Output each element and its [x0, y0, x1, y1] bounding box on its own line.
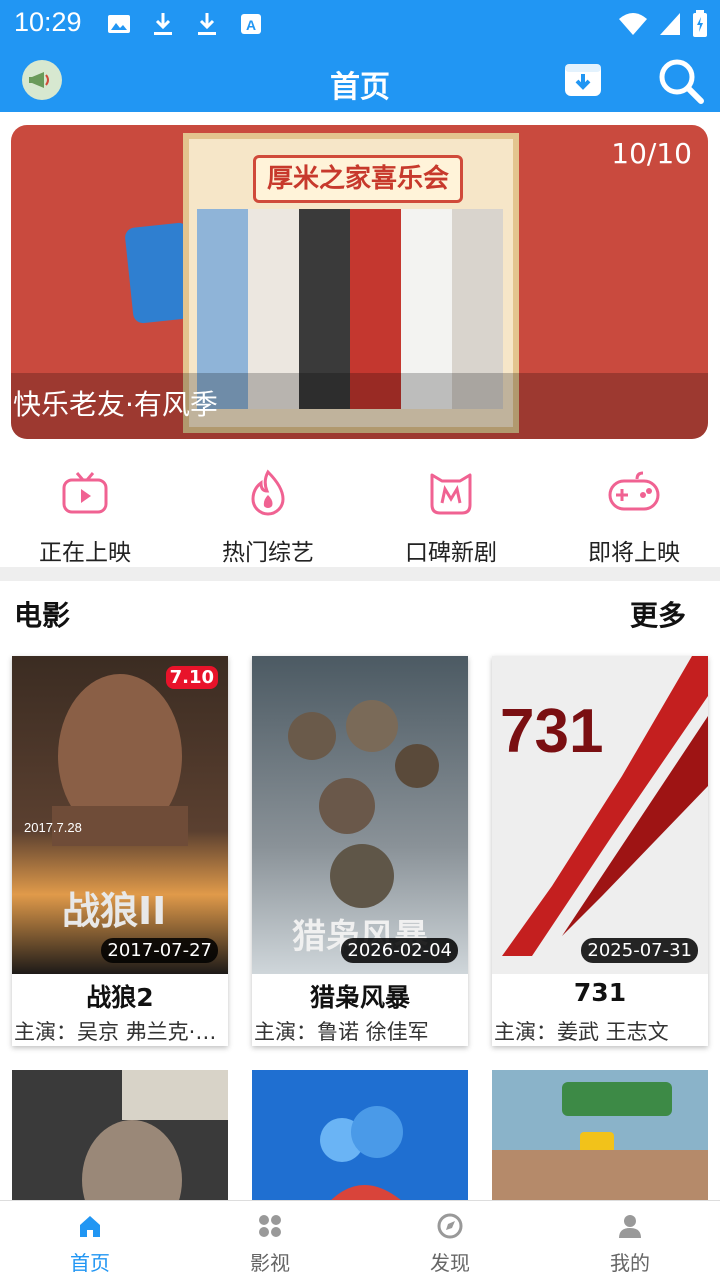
movie-poster: 731 [492, 656, 708, 974]
more-link[interactable]: 更多 [630, 594, 686, 634]
quick-label: 即将上映 [588, 540, 680, 566]
nav-video[interactable]: 影视 [180, 1213, 360, 1276]
movie-card[interactable]: 猎枭风暴 2026-02-04 猎枭风暴 主演：鲁诺 徐佳军 [252, 656, 468, 1046]
status-time: 10:29 [14, 7, 82, 37]
download-icon[interactable] [563, 60, 603, 100]
movie-cast: 主演：姜武 王志文 [494, 1020, 669, 1044]
movie-card[interactable] [12, 1070, 228, 1210]
movie-cast: 主演：吴京 弗兰克·格里罗 [14, 1020, 226, 1044]
quick-item-now-showing[interactable]: 正在上映 [10, 469, 160, 567]
nav-label: 我的 [610, 1251, 650, 1275]
svg-text:2017.7.28: 2017.7.28 [24, 820, 82, 835]
profile-icon [619, 1215, 641, 1238]
nav-label: 发现 [430, 1251, 470, 1275]
app-bar: 首页 [0, 50, 720, 112]
page-title: 首页 [330, 70, 390, 105]
quick-item-coming-soon[interactable]: 即将上映 [559, 469, 709, 567]
search-icon[interactable] [656, 56, 706, 106]
movie-title: 猎枭风暴 [309, 983, 410, 1012]
image-notification-icon [106, 11, 132, 37]
download-notification-icon [194, 11, 220, 37]
system-icons [618, 10, 708, 38]
movie-card[interactable] [492, 1070, 708, 1210]
nav-label: 首页 [70, 1251, 110, 1275]
status-bar: 10:29 A [0, 0, 720, 50]
svg-text:731: 731 [500, 697, 603, 766]
nav-discover[interactable]: 发现 [360, 1213, 540, 1276]
movie-poster [12, 1070, 228, 1210]
section-divider [0, 567, 720, 581]
tv-play-icon [62, 472, 108, 514]
compass-icon [437, 1213, 463, 1239]
gamepad-icon [608, 471, 660, 511]
section-title: 电影 [14, 599, 71, 632]
grid-icon [259, 1215, 281, 1237]
quick-label: 正在上映 [39, 540, 131, 566]
movie-card[interactable]: 2017.7.28 战狼II 7.10 2017-07-27 战狼2 主演：吴京… [12, 656, 228, 1046]
wifi-icon [619, 13, 647, 35]
quick-label: 口碑新剧 [405, 540, 497, 566]
quick-nav: 正在上映 热门综艺 口碑新剧 即将上映 [0, 453, 720, 569]
battery-icon [693, 10, 707, 37]
app-notification-icon: A [238, 11, 264, 37]
bottom-nav: 首页 影视 发现 我的 [0, 1200, 720, 1280]
quick-item-new-dramas[interactable]: 口碑新剧 [376, 469, 526, 567]
nav-home[interactable]: 首页 [0, 1213, 180, 1276]
quick-item-hot-variety[interactable]: 热门综艺 [193, 469, 343, 567]
release-date: 2017-07-27 [101, 938, 218, 963]
movie-poster: 猎枭风暴 [252, 656, 468, 974]
notification-icons: A [106, 11, 264, 37]
svg-text:A: A [246, 17, 256, 33]
download-notification-icon [150, 11, 176, 37]
movie-poster: 2017.7.28 战狼II [12, 656, 228, 974]
rating-badge: 7.10 [165, 666, 218, 689]
movie-cast: 主演：鲁诺 徐佳军 [254, 1020, 429, 1044]
movie-title: 731 [573, 978, 627, 1007]
home-icon [80, 1216, 100, 1237]
cat-m-icon [430, 473, 472, 515]
svg-text:战狼II: 战狼II [62, 889, 166, 933]
movie-poster [492, 1070, 708, 1210]
nav-profile[interactable]: 我的 [540, 1213, 720, 1276]
banner-caption: 快乐老友·有风季 [13, 388, 218, 421]
banner-carousel[interactable]: 厚米之家喜乐会 10/10 快乐老友·有风季 [11, 125, 708, 439]
movie-poster [252, 1070, 468, 1210]
release-date: 2026-02-04 [341, 938, 458, 963]
banner-headline: 厚米之家喜乐会 [253, 155, 463, 203]
signal-icon [660, 13, 680, 35]
movie-card[interactable] [252, 1070, 468, 1210]
flame-icon [251, 469, 285, 516]
release-date: 2025-07-31 [581, 938, 698, 963]
banner-counter: 10/10 [611, 137, 692, 170]
nav-label: 影视 [250, 1251, 290, 1275]
movie-title: 战狼2 [86, 983, 154, 1012]
quick-label: 热门综艺 [222, 540, 314, 566]
movie-card[interactable]: 731 2025-07-31 731 主演：姜武 王志文 [492, 656, 708, 1046]
